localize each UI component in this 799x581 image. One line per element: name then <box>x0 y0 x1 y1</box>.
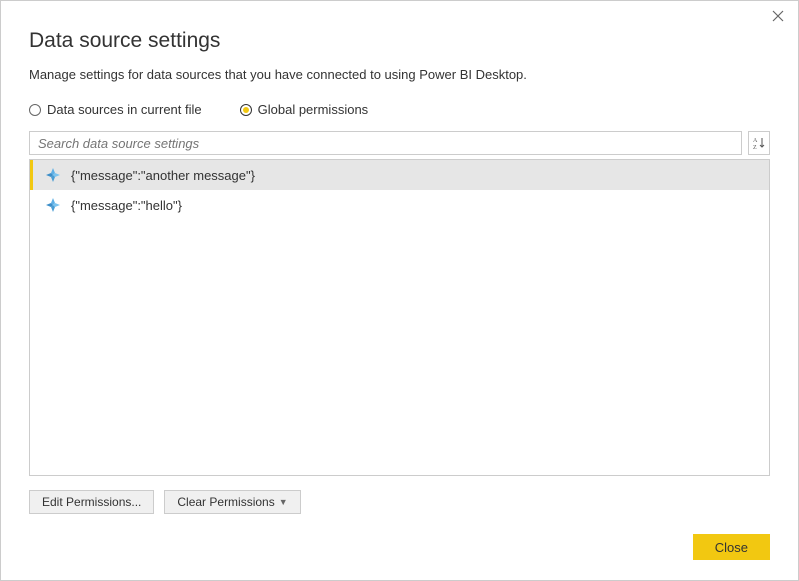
radio-label: Global permissions <box>258 102 369 117</box>
clear-permissions-button[interactable]: Clear Permissions ▼ <box>164 490 300 514</box>
datasource-icon <box>45 167 61 183</box>
scope-radio-group: Data sources in current file Global perm… <box>29 102 770 117</box>
button-label: Clear Permissions <box>177 495 274 509</box>
data-source-settings-dialog: Data source settings Manage settings for… <box>0 0 799 581</box>
list-item[interactable]: {"message":"hello"} <box>30 190 769 220</box>
sort-button[interactable]: A Z <box>748 131 770 155</box>
radio-icon <box>240 104 252 116</box>
list-item[interactable]: {"message":"another message"} <box>30 160 769 190</box>
data-source-list[interactable]: {"message":"another message"} {"message"… <box>29 159 770 476</box>
dialog-footer: Close <box>29 534 770 560</box>
radio-global-permissions[interactable]: Global permissions <box>240 102 369 117</box>
close-icon[interactable] <box>770 9 786 25</box>
edit-permissions-button[interactable]: Edit Permissions... <box>29 490 154 514</box>
datasource-icon <box>45 197 61 213</box>
list-item-label: {"message":"hello"} <box>71 198 182 213</box>
search-row: A Z <box>29 131 770 155</box>
radio-current-file[interactable]: Data sources in current file <box>29 102 202 117</box>
close-button[interactable]: Close <box>693 534 770 560</box>
radio-icon <box>29 104 41 116</box>
button-label: Edit Permissions... <box>42 495 141 509</box>
dialog-title: Data source settings <box>29 29 770 53</box>
svg-text:A: A <box>753 138 758 144</box>
list-item-label: {"message":"another message"} <box>71 168 255 183</box>
svg-text:Z: Z <box>753 145 757 150</box>
action-buttons: Edit Permissions... Clear Permissions ▼ <box>29 490 770 514</box>
search-input[interactable] <box>29 131 742 155</box>
chevron-down-icon: ▼ <box>279 497 288 507</box>
sort-az-icon: A Z <box>752 136 766 150</box>
radio-label: Data sources in current file <box>47 102 202 117</box>
dialog-subtitle: Manage settings for data sources that yo… <box>29 67 770 82</box>
